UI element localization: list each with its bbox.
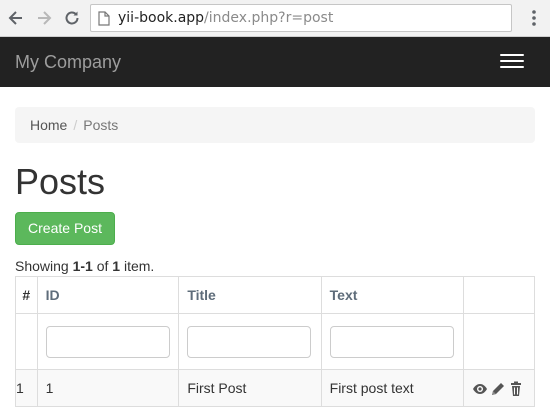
url-text: yii-book.app/index.php?r=post: [118, 10, 333, 27]
page-icon: [98, 11, 110, 26]
update-icon[interactable]: [490, 381, 506, 397]
column-header-serial: #: [15, 276, 38, 314]
breadcrumb-home-link[interactable]: Home: [30, 117, 67, 133]
breadcrumb-separator: /: [73, 117, 78, 133]
row-actions: [462, 369, 536, 407]
view-icon[interactable]: [472, 381, 488, 397]
breadcrumb: Home / Posts: [15, 107, 535, 143]
grid-filter-row: [15, 313, 536, 370]
column-header-actions: [462, 276, 536, 314]
filter-cell-title: [178, 313, 322, 370]
row-serial: 1: [15, 369, 38, 407]
summary-range: 1-1: [72, 258, 93, 274]
grid-header-row: # ID Title Text: [15, 276, 536, 314]
site-navbar: My Company: [0, 37, 550, 87]
url-path: /index.php?r=post: [204, 10, 334, 26]
summary-total: 1: [112, 258, 121, 274]
browser-toolbar: yii-book.app/index.php?r=post: [0, 0, 550, 37]
forward-icon[interactable]: [34, 8, 54, 28]
summary-suffix: item.: [120, 258, 155, 274]
column-header-title[interactable]: Title: [178, 276, 322, 314]
reload-icon[interactable]: [62, 8, 82, 28]
create-post-button[interactable]: Create Post: [15, 212, 115, 245]
breadcrumb-current: Posts: [83, 117, 119, 133]
url-host: yii-book.app: [118, 10, 205, 26]
filter-cell-empty: [15, 313, 38, 370]
filter-id-input[interactable]: [45, 325, 170, 358]
posts-grid: # ID Title Text 1 1 First Post First pos…: [15, 276, 536, 407]
menu-icon[interactable]: [526, 8, 542, 28]
filter-text-input[interactable]: [329, 325, 454, 358]
address-bar[interactable]: yii-book.app/index.php?r=post: [90, 4, 512, 32]
grid-summary: Showing 1-1 of 1 item.: [15, 257, 154, 275]
hamburger-icon[interactable]: [500, 54, 526, 70]
summary-of: of: [92, 258, 113, 274]
filter-cell-actions: [462, 313, 536, 370]
page-title: Posts: [15, 161, 106, 202]
filter-cell-id: [36, 313, 180, 370]
column-header-id[interactable]: ID: [36, 276, 180, 314]
summary-prefix: Showing: [15, 258, 73, 274]
row-title: First Post: [178, 369, 322, 407]
row-text: First post text: [320, 369, 464, 407]
column-header-text[interactable]: Text: [320, 276, 464, 314]
filter-title-input[interactable]: [187, 325, 312, 358]
delete-icon[interactable]: [508, 381, 524, 397]
row-id: 1: [36, 369, 180, 407]
back-icon[interactable]: [6, 8, 26, 28]
table-row: 1 1 First Post First post text: [15, 369, 536, 407]
brand-link[interactable]: My Company: [15, 52, 121, 72]
filter-cell-text: [320, 313, 464, 370]
